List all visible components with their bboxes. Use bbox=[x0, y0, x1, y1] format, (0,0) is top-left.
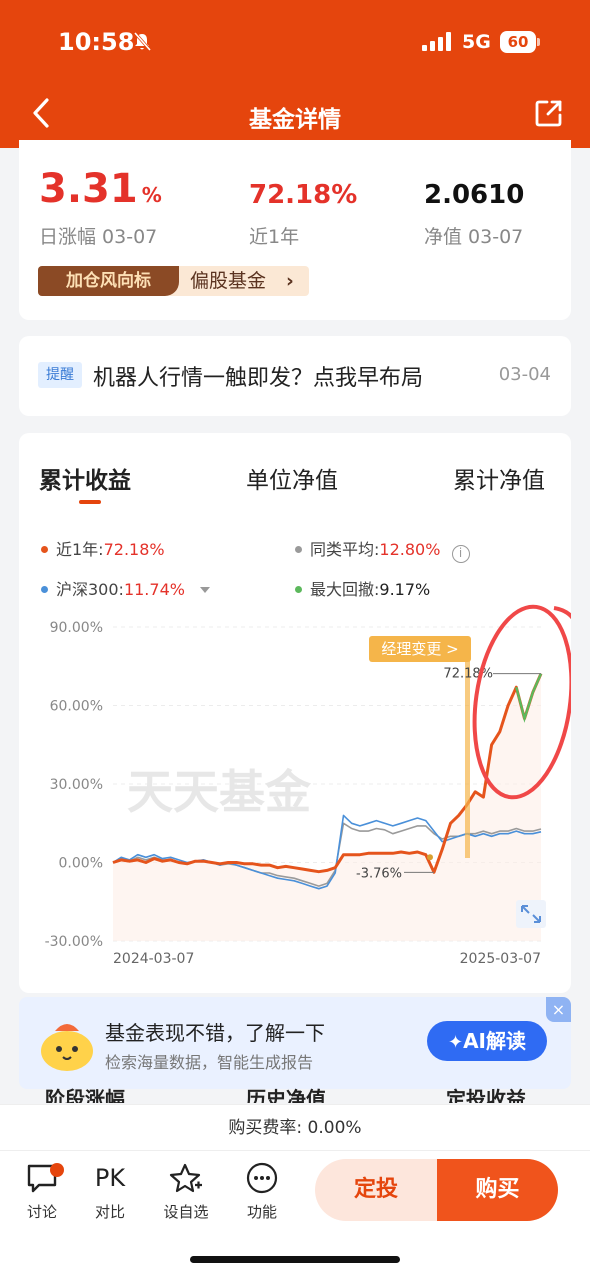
manager-change-label: 经理变更 > bbox=[381, 640, 458, 658]
star-plus-icon bbox=[169, 1163, 202, 1193]
tag-badge: 加仓风向标 bbox=[38, 266, 179, 296]
y-tick-label: 30.00% bbox=[50, 777, 103, 793]
tab-history-nav[interactable]: 历史净值 bbox=[246, 1087, 326, 1103]
legend-drawdown-dot bbox=[295, 586, 302, 593]
buy-button[interactable]: 购买 bbox=[437, 1159, 558, 1221]
home-indicator bbox=[190, 1256, 400, 1263]
ai-analyze-button[interactable]: ✦AI解读 bbox=[427, 1021, 547, 1061]
more-label: 功能 bbox=[246, 1203, 277, 1221]
status-bar: 10:58 5G 60 bbox=[0, 28, 590, 60]
cumulative-return-chart[interactable]: 90.00% 60.00% 30.00% 0.00% -30.00% 天天基金 经理变更… bbox=[19, 600, 571, 980]
legend-drawdown: 最大回撤:9.17% bbox=[295, 576, 430, 600]
discuss-label: 讨论 bbox=[26, 1203, 57, 1221]
watchlist-label: 设自选 bbox=[163, 1203, 209, 1221]
legend-peer-value: 12.80% bbox=[379, 540, 441, 559]
page-title: 基金详情 bbox=[249, 107, 341, 133]
daily-change-value: 3.31% bbox=[39, 166, 162, 212]
legend-index[interactable]: 沪深300:11.74% bbox=[41, 576, 211, 600]
tab-dca-return[interactable]: 定投收益 bbox=[446, 1087, 526, 1103]
mascot-icon bbox=[41, 1024, 93, 1071]
more-dots-icon bbox=[246, 1162, 278, 1194]
tab-cumulative-nav[interactable]: 累计净值 bbox=[453, 461, 545, 495]
legend-peer-dot bbox=[295, 546, 302, 553]
legend-index-label: 沪深300: bbox=[56, 580, 124, 599]
ai-banner[interactable]: 基金表现不错，了解一下 检索海量数据，智能生成报告 ✦AI解读 × bbox=[19, 997, 571, 1089]
y-tick-label: 90.00% bbox=[50, 620, 103, 636]
discuss-button[interactable]: 讨论 bbox=[12, 1161, 72, 1222]
status-time: 10:58 bbox=[58, 28, 135, 56]
battery-icon: 60 bbox=[500, 31, 536, 53]
active-tab-indicator bbox=[79, 500, 101, 504]
nav-bar: 基金详情 bbox=[0, 92, 590, 136]
sparkle-icon: ✦ bbox=[447, 1032, 464, 1053]
legend-index-dot bbox=[41, 586, 48, 593]
y-tick-label: -30.00% bbox=[45, 934, 103, 950]
share-icon[interactable] bbox=[534, 98, 564, 128]
max-annotation-label: 72.18% bbox=[443, 667, 493, 682]
pk-icon: PK bbox=[94, 1164, 126, 1192]
nav-label: 净值 03-07 bbox=[424, 226, 524, 248]
x-end-label: 2025-03-07 bbox=[460, 951, 541, 967]
notice-date: 03-04 bbox=[498, 364, 551, 385]
notice-text: 机器人行情一触即发？点我早布局 bbox=[93, 366, 424, 391]
legend-fund-value: 72.18% bbox=[103, 540, 165, 559]
info-icon[interactable]: i bbox=[451, 545, 470, 563]
legend-fund-dot bbox=[41, 546, 48, 553]
y-tick-label: 60.00% bbox=[50, 699, 103, 715]
daily-change-label: 日涨幅 03-07 bbox=[39, 226, 158, 248]
fund-tag-bar[interactable]: 加仓风向标 偏股基金 › bbox=[38, 266, 309, 296]
watchlist-button[interactable]: 设自选 bbox=[156, 1161, 216, 1222]
daily-change-unit: % bbox=[141, 183, 162, 207]
ai-banner-title: 基金表现不错，了解一下 bbox=[105, 1021, 325, 1045]
legend-drawdown-value: 9.17% bbox=[379, 580, 431, 599]
legend-drawdown-label: 最大回撤: bbox=[310, 580, 380, 599]
notification-dot bbox=[50, 1163, 64, 1177]
x-start-label: 2024-03-07 bbox=[113, 951, 194, 967]
close-icon[interactable]: × bbox=[546, 997, 571, 1022]
expand-icon[interactable] bbox=[516, 900, 546, 928]
one-year-label: 近1年 bbox=[249, 226, 300, 248]
tab-cumulative-return[interactable]: 累计收益 bbox=[39, 461, 131, 495]
nav-value: 2.0610 bbox=[424, 180, 525, 210]
network-type: 5G bbox=[462, 31, 491, 53]
signal-icon bbox=[422, 31, 454, 51]
chevron-right-icon: › bbox=[286, 270, 294, 292]
chart-watermark: 天天基金 bbox=[127, 765, 312, 819]
notice-card[interactable]: 提醒 机器人行情一触即发？点我早布局 03-04 bbox=[19, 336, 571, 416]
event-dot bbox=[427, 854, 433, 861]
min-annotation-label: -3.76% bbox=[356, 866, 402, 881]
compare-label: 对比 bbox=[94, 1203, 125, 1221]
legend-index-value: 11.74% bbox=[123, 580, 185, 599]
invest-plan-button[interactable]: 定投 bbox=[315, 1159, 437, 1221]
purchase-fee: 购买费率: 0.00% bbox=[0, 1104, 590, 1150]
dropdown-triangle-icon[interactable] bbox=[200, 587, 211, 593]
ai-analyze-label: AI解读 bbox=[463, 1029, 526, 1053]
more-functions-button[interactable]: 功能 bbox=[232, 1161, 292, 1222]
ai-banner-subtitle: 检索海量数据，智能生成报告 bbox=[105, 1053, 314, 1072]
legend-peer: 同类平均:12.80% i bbox=[295, 536, 470, 563]
tab-stage-gain[interactable]: 阶段涨幅 bbox=[45, 1087, 125, 1103]
silent-bell-icon bbox=[133, 32, 152, 57]
battery-tip bbox=[537, 38, 540, 46]
legend-peer-label: 同类平均: bbox=[310, 540, 380, 559]
fund-category: 偏股基金 bbox=[190, 270, 267, 292]
daily-change-number: 3.31 bbox=[39, 166, 138, 212]
fund-summary-card: 3.31% 日涨幅 03-07 72.18% 近1年 2.0610 净值 03-… bbox=[19, 140, 571, 320]
legend-fund-label: 近1年: bbox=[56, 540, 104, 559]
compare-button[interactable]: PK 对比 bbox=[80, 1161, 140, 1222]
notice-badge: 提醒 bbox=[38, 362, 82, 388]
one-year-return: 72.18% bbox=[249, 180, 358, 210]
tab-unit-nav[interactable]: 单位净值 bbox=[246, 461, 338, 495]
y-tick-label: 0.00% bbox=[59, 856, 103, 872]
legend-fund: 近1年:72.18% bbox=[41, 536, 165, 560]
